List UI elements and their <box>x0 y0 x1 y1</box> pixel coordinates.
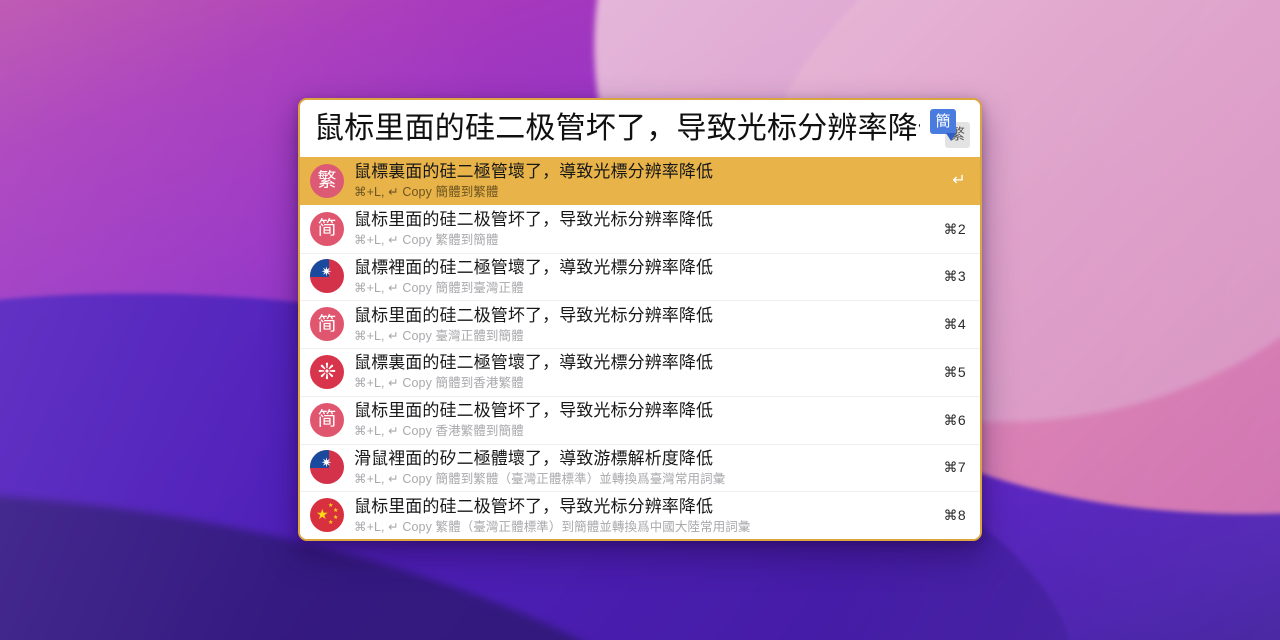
result-title: 鼠標裡面的硅二極管壞了，導致光標分辨率降低 <box>354 257 714 277</box>
result-title: 鼠标里面的硅二极管坏了，导致光标分辨率降低 <box>354 305 714 325</box>
launcher-window: 繁 簡 繁鼠標裏面的硅二極管壞了，導致光標分辨率降低⌘+L, ↵ Copy 簡體… <box>298 98 982 541</box>
result-subtitle: ⌘+L, ↵ Copy 簡體到香港繁體 <box>354 376 524 391</box>
result-shortcut: ⌘5 <box>943 363 966 380</box>
result-title: 鼠标里面的硅二极管坏了，导致光标分辨率降低 <box>354 210 714 230</box>
result-subtitle: ⌘+L, ↵ Copy 臺灣正體到簡體 <box>354 328 524 343</box>
result-text: 鼠標裏面的硅二極管壞了，導致光標分辨率降低 ⌘+L, ↵ Copy 簡體到繁體 <box>354 161 942 200</box>
result-title: 鼠標裏面的硅二極管壞了，導致光標分辨率降低 <box>354 353 714 373</box>
result-title: 鼠标里面的硅二极管坏了，导致光标分辨率降低 <box>354 496 714 516</box>
result-text: 鼠标里面的硅二极管坏了，导致光标分辨率降低 ⌘+L, ↵ Copy 繁體（臺灣正體… <box>354 496 934 535</box>
google-translate-icon[interactable]: 繁 簡 <box>930 108 970 149</box>
result-title: 鼠標裏面的硅二極管壞了，導致光標分辨率降低 <box>354 162 714 182</box>
result-row[interactable]: 繁鼠標裏面的硅二極管壞了，導致光標分辨率降低 ⌘+L, ↵ Copy 簡體到繁體 ↵ <box>300 157 980 205</box>
simplified-badge-icon: 简 <box>310 211 344 246</box>
search-bar: 繁 簡 <box>300 100 980 157</box>
result-subtitle: ⌘+L, ↵ Copy 香港繁體到簡體 <box>354 424 524 439</box>
result-row[interactable]: 简鼠标里面的硅二极管坏了，导致光标分辨率降低 ⌘+L, ↵ Copy 香港繁體到簡… <box>300 395 980 444</box>
result-row[interactable]: 简鼠标里面的硅二极管坏了，导致光标分辨率降低 ⌘+L, ↵ Copy 繁體到簡體 ⌘… <box>300 205 980 253</box>
result-row[interactable]: 简鼠标里面的硅二极管坏了，导致光标分辨率降低 ⌘+L, ↵ Copy 臺灣正體到簡… <box>300 300 980 348</box>
china-flag-icon: ★ ★ ★ ★ ★ <box>310 498 344 533</box>
result-shortcut: ⌘7 <box>943 459 966 476</box>
taiwan-flag-icon: ✷ <box>310 259 344 294</box>
result-subtitle: ⌘+L, ↵ Copy 簡體到臺灣正體 <box>354 280 524 295</box>
result-subtitle: ⌘+L, ↵ Copy 簡體到繁體（臺灣正體標準）並轉換爲臺灣常用詞彙 <box>354 471 726 486</box>
result-row[interactable]: ★ ★ ★ ★ ★ 鼠标里面的硅二极管坏了，导致光标分辨率降低 ⌘+L, ↵ Copy 繁體… <box>300 491 980 539</box>
hong-kong-flag-icon: ❊ <box>310 354 344 389</box>
translate-icon-pointer <box>946 132 956 141</box>
results-list: 繁鼠標裏面的硅二極管壞了，導致光標分辨率降低 ⌘+L, ↵ Copy 簡體到繁體 ↵… <box>300 157 980 539</box>
result-subtitle: ⌘+L, ↵ Copy 繁體到簡體 <box>354 233 499 248</box>
result-text: 鼠標裡面的硅二極管壞了，導致光標分辨率降低 ⌘+L, ↵ Copy 簡體到臺灣正體 <box>354 257 934 296</box>
result-row[interactable]: ✷ 鼠標裡面的硅二極管壞了，導致光標分辨率降低 ⌘+L, ↵ Copy 簡體到臺灣正… <box>300 252 980 301</box>
translate-icon-front-card: 簡 <box>930 108 956 134</box>
result-shortcut: ↵ <box>952 171 966 189</box>
result-shortcut: ⌘3 <box>943 268 966 285</box>
result-text: 鼠标里面的硅二极管坏了，导致光标分辨率降低 ⌘+L, ↵ Copy 繁體到簡體 <box>354 209 934 248</box>
result-text: 鼠標裏面的硅二極管壞了，導致光標分辨率降低 ⌘+L, ↵ Copy 簡體到香港繁體 <box>354 352 934 391</box>
result-row[interactable]: ❊ 鼠標裏面的硅二極管壞了，導致光標分辨率降低 ⌘+L, ↵ Copy 簡體到香港繁… <box>300 348 980 396</box>
result-row[interactable]: ✷ 滑鼠裡面的矽二極體壞了，導致游標解析度降低 ⌘+L, ↵ Copy 簡體到繁體（… <box>300 443 980 492</box>
result-shortcut: ⌘4 <box>943 316 966 333</box>
simplified-badge-icon: 简 <box>310 402 344 437</box>
result-subtitle: ⌘+L, ↵ Copy 簡體到繁體 <box>354 185 499 200</box>
result-shortcut: ⌘6 <box>943 411 966 428</box>
taiwan-flag-icon: ✷ <box>310 450 344 485</box>
search-input[interactable] <box>314 110 920 147</box>
result-text: 鼠标里面的硅二极管坏了，导致光标分辨率降低 ⌘+L, ↵ Copy 香港繁體到簡體 <box>354 400 934 439</box>
result-text: 鼠标里面的硅二极管坏了，导致光标分辨率降低 ⌘+L, ↵ Copy 臺灣正體到簡體 <box>354 305 934 344</box>
result-title: 滑鼠裡面的矽二極體壞了，導致游標解析度降低 <box>354 448 714 468</box>
result-text: 滑鼠裡面的矽二極體壞了，導致游標解析度降低 ⌘+L, ↵ Copy 簡體到繁體（臺… <box>354 448 934 487</box>
result-shortcut: ⌘2 <box>943 220 966 237</box>
result-title: 鼠标里面的硅二极管坏了，导致光标分辨率降低 <box>354 401 714 421</box>
result-shortcut: ⌘8 <box>943 507 966 524</box>
result-subtitle: ⌘+L, ↵ Copy 繁體（臺灣正體標準）到簡體並轉換爲中國大陸常用詞彙 <box>354 519 751 534</box>
traditional-badge-icon: 繁 <box>310 163 344 198</box>
simplified-badge-icon: 简 <box>310 307 344 342</box>
